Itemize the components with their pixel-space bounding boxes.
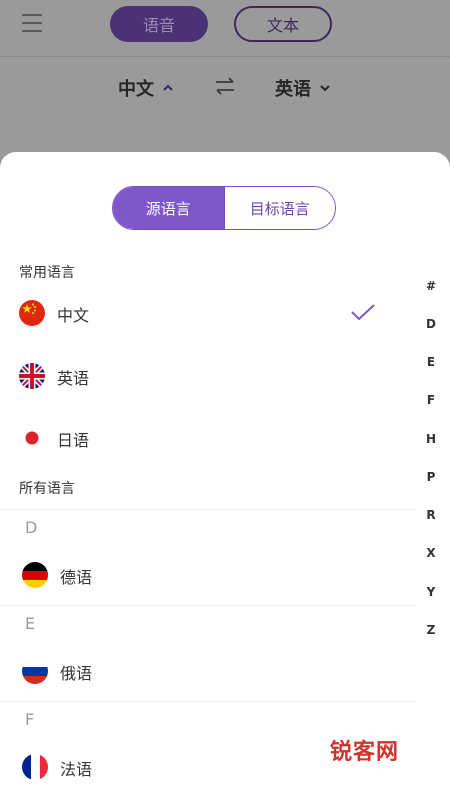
index-letter-p[interactable]: P xyxy=(420,470,442,484)
index-letter-x[interactable]: X xyxy=(420,546,442,560)
top-bar: 语音 文本 xyxy=(0,0,450,56)
language-item-english[interactable]: 英语 xyxy=(0,351,410,401)
language-name: 英语 xyxy=(57,369,90,388)
check-icon xyxy=(351,304,375,321)
index-letter-y[interactable]: Y xyxy=(420,585,442,599)
language-role-toggle: 源语言 目标语言 xyxy=(112,186,336,230)
letter-header-e: E xyxy=(25,614,36,633)
all-languages-heading: 所有语言 xyxy=(19,481,75,497)
source-language-selector[interactable]: 中文 xyxy=(118,75,174,101)
voice-mode-button[interactable]: 语音 xyxy=(110,6,208,42)
uk-flag-icon xyxy=(19,363,45,389)
watermark-logo: 锐客网 xyxy=(330,734,399,766)
swap-languages-icon[interactable] xyxy=(214,77,236,95)
language-item-german[interactable]: 德语 xyxy=(0,550,410,600)
language-name: 中文 xyxy=(57,306,90,325)
text-mode-button[interactable]: 文本 xyxy=(234,6,332,42)
language-bar: 中文 英语 xyxy=(0,57,450,117)
language-name: 德语 xyxy=(60,568,93,587)
language-picker-sheet: 源语言 目标语言 常用语言 中文 英语 日语 所有语言 D 德语 E 俄语 F … xyxy=(0,152,450,783)
cn-flag-icon xyxy=(19,300,45,326)
language-item-chinese[interactable]: 中文 xyxy=(0,288,410,338)
letter-header-d: D xyxy=(25,518,38,537)
chevron-up-icon xyxy=(163,84,173,91)
index-letter-e[interactable]: E xyxy=(420,355,442,369)
hamburger-menu-icon[interactable] xyxy=(22,14,42,32)
chevron-down-icon xyxy=(320,85,330,92)
language-item-japanese[interactable]: 日语 xyxy=(0,413,410,463)
index-letter-hash[interactable]: # xyxy=(420,279,442,293)
divider xyxy=(0,605,415,606)
ru-flag-icon xyxy=(22,658,48,684)
common-languages-heading: 常用语言 xyxy=(19,265,75,281)
target-language-selector[interactable]: 英语 xyxy=(275,75,331,101)
de-flag-icon xyxy=(22,562,48,588)
language-name: 俄语 xyxy=(60,664,93,683)
index-letter-f[interactable]: F xyxy=(420,393,442,407)
language-item-russian[interactable]: 俄语 xyxy=(0,646,410,696)
target-language-label: 英语 xyxy=(275,79,311,100)
divider xyxy=(0,701,415,702)
letter-header-f: F xyxy=(25,710,35,729)
language-name: 日语 xyxy=(57,431,90,450)
language-name: 法语 xyxy=(60,760,93,779)
index-letter-d[interactable]: D xyxy=(420,317,442,331)
target-language-tab[interactable]: 目标语言 xyxy=(223,187,335,229)
jp-flag-icon xyxy=(19,425,45,451)
source-language-label: 中文 xyxy=(118,79,154,100)
index-letter-h[interactable]: H xyxy=(420,432,442,446)
index-letter-z[interactable]: Z xyxy=(420,623,442,637)
watermark-text: 锐客网 xyxy=(330,740,400,765)
fr-flag-icon xyxy=(22,754,48,780)
source-language-tab[interactable]: 源语言 xyxy=(113,187,224,229)
index-letter-r[interactable]: R xyxy=(420,508,442,522)
divider xyxy=(0,509,415,510)
